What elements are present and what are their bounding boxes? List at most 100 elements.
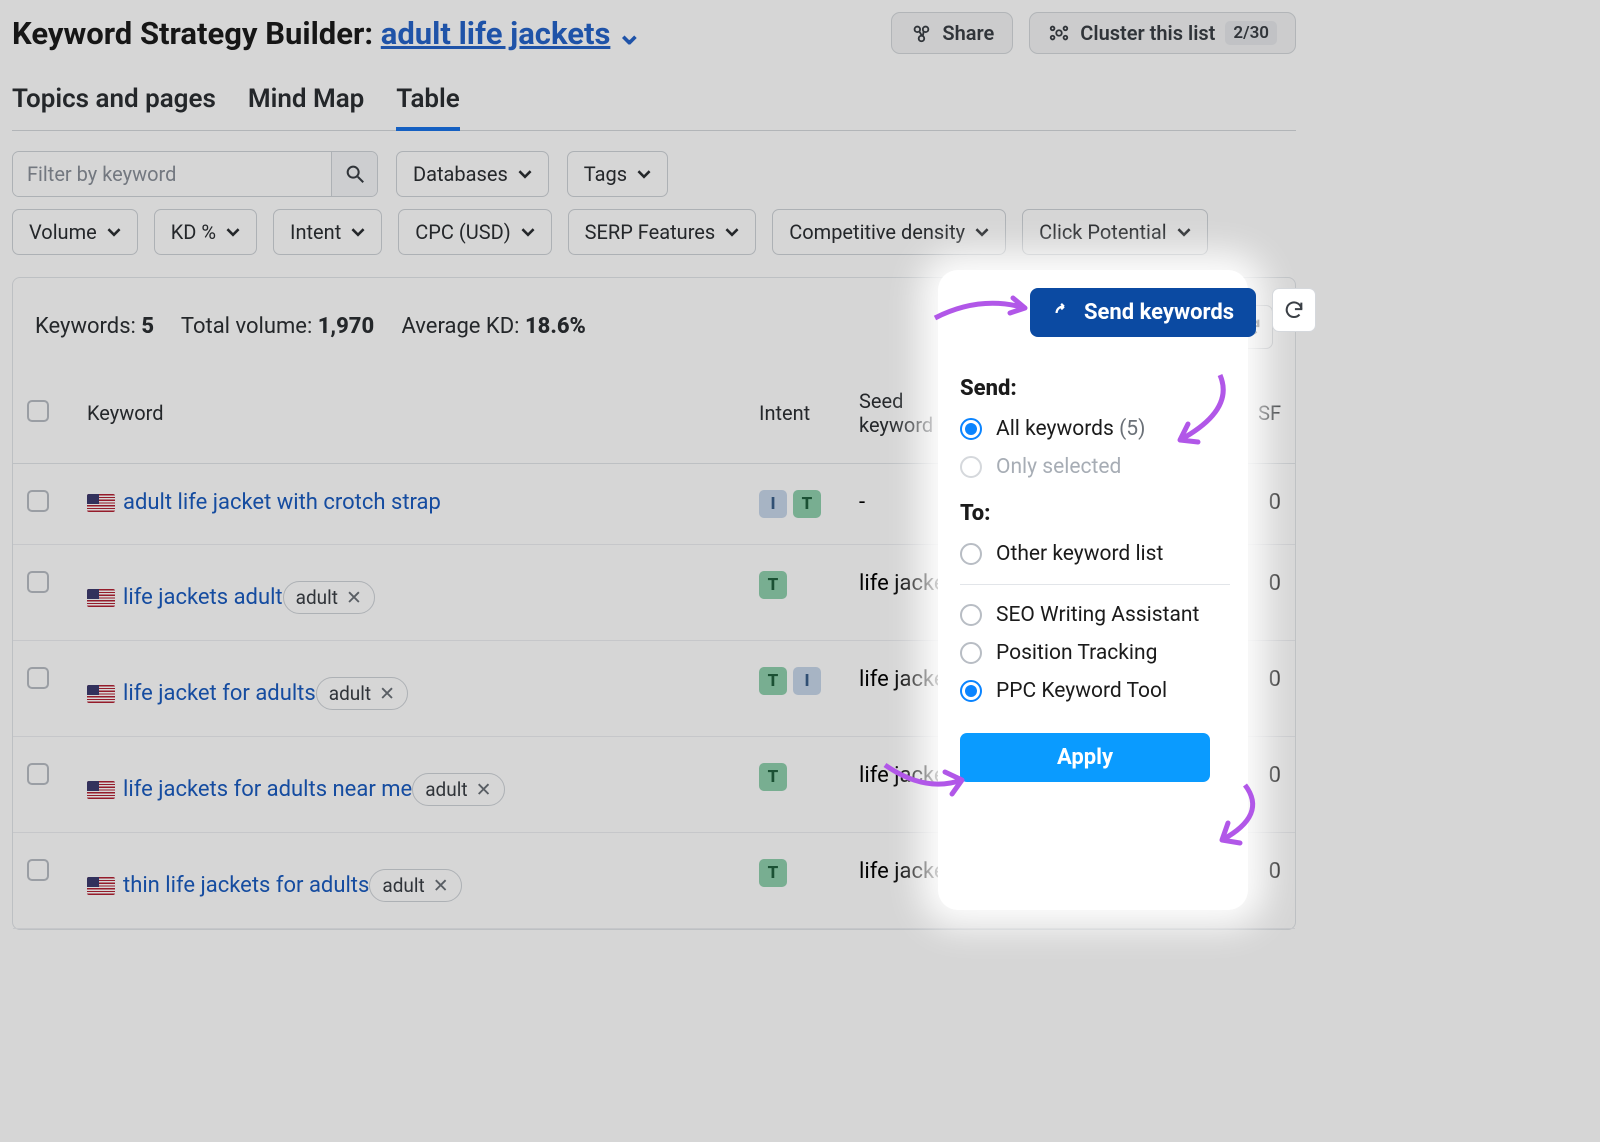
tag-remove-icon[interactable]: ✕	[379, 682, 395, 705]
keyword-filter-input[interactable]	[13, 152, 331, 196]
radio-ppc-label: PPC Keyword Tool	[996, 679, 1167, 703]
apply-button[interactable]: Apply	[960, 733, 1210, 782]
flag-us-icon	[87, 685, 115, 703]
density-label: Competitive density	[789, 220, 965, 244]
row-checkbox[interactable]	[27, 763, 49, 785]
chevron-down-icon	[521, 225, 535, 239]
chevron-down-icon	[107, 225, 121, 239]
radio-icon	[960, 418, 982, 440]
keyword-tag[interactable]: adult ✕	[283, 581, 375, 614]
chevron-down-icon	[1177, 225, 1191, 239]
row-checkbox[interactable]	[27, 859, 49, 881]
cluster-label: Cluster this list	[1080, 21, 1215, 45]
flag-us-icon	[87, 781, 115, 799]
cluster-count: 2/30	[1225, 21, 1277, 45]
cpc-label: CPC (USD)	[415, 220, 510, 244]
radio-position-label: Position Tracking	[996, 641, 1157, 665]
cluster-icon	[1048, 22, 1070, 44]
intent-filter[interactable]: Intent	[273, 209, 382, 255]
databases-label: Databases	[413, 162, 508, 186]
chevron-down-icon	[725, 225, 739, 239]
tab-mindmap[interactable]: Mind Map	[248, 72, 364, 130]
refresh-icon	[1283, 299, 1305, 321]
send-keywords-panel: Send: All keywords (5) Only selected To:…	[960, 360, 1230, 782]
keyword-tag[interactable]: adult ✕	[316, 677, 408, 710]
radio-ppc-tool[interactable]: PPC Keyword Tool	[960, 679, 1230, 703]
send-label: Send keywords	[1084, 300, 1234, 325]
row-checkbox[interactable]	[27, 667, 49, 689]
radio-icon	[960, 604, 982, 626]
serp-filter[interactable]: SERP Features	[568, 209, 757, 255]
tags-dropdown[interactable]: Tags	[567, 151, 668, 197]
summary-text: Keywords: 5 Total volume: 1,970 Average …	[35, 314, 586, 339]
volume-filter[interactable]: Volume	[12, 209, 138, 255]
intent-badge-i: I	[759, 490, 787, 518]
intent-badge-t: T	[759, 571, 787, 599]
flag-us-icon	[87, 494, 115, 512]
keyword-link[interactable]: life jackets for adults near me	[123, 777, 412, 802]
intent-badge-t: T	[759, 763, 787, 791]
flag-us-icon	[87, 589, 115, 607]
keyword-tag[interactable]: adult ✕	[369, 869, 461, 902]
serp-label: SERP Features	[585, 220, 716, 244]
chevron-down-icon	[226, 225, 240, 239]
to-heading: To:	[960, 501, 1230, 526]
send-arrow-icon	[1052, 302, 1074, 324]
tags-label: Tags	[584, 162, 627, 186]
radio-other-list[interactable]: Other keyword list	[960, 542, 1230, 566]
radio-all-count: (5)	[1119, 417, 1145, 441]
chevron-down-icon	[975, 225, 989, 239]
share-icon	[910, 22, 932, 44]
intent-badge-i: I	[793, 667, 821, 695]
radio-other-label: Other keyword list	[996, 542, 1163, 566]
intent-badge-t: T	[793, 490, 821, 518]
title-prefix: Keyword Strategy Builder:	[12, 15, 381, 52]
radio-icon	[960, 680, 982, 702]
share-label: Share	[942, 21, 994, 45]
tag-remove-icon[interactable]: ✕	[433, 874, 449, 897]
cpc-filter[interactable]: CPC (USD)	[398, 209, 551, 255]
col-intent[interactable]: Intent	[745, 375, 845, 464]
kd-label: KD %	[171, 220, 216, 244]
row-checkbox[interactable]	[27, 571, 49, 593]
chevron-down-icon[interactable]: ⌄	[616, 15, 642, 52]
page-title: Keyword Strategy Builder: adult life jac…	[12, 15, 642, 52]
share-button[interactable]: Share	[891, 12, 1013, 54]
row-checkbox[interactable]	[27, 490, 49, 512]
intent-badge-t: T	[759, 859, 787, 887]
chevron-down-icon	[637, 167, 651, 181]
chevron-down-icon	[518, 167, 532, 181]
radio-only-label: Only selected	[996, 455, 1121, 479]
send-keywords-button[interactable]: Send keywords	[1030, 288, 1256, 337]
kd-filter[interactable]: KD %	[154, 209, 257, 255]
keyword-link[interactable]: life jacket for adults	[123, 681, 316, 706]
tab-table[interactable]: Table	[396, 72, 460, 130]
click-potential-label: Click Potential	[1039, 220, 1167, 244]
databases-dropdown[interactable]: Databases	[396, 151, 549, 197]
radio-seo-writing[interactable]: SEO Writing Assistant	[960, 603, 1230, 627]
keyword-link[interactable]: life jackets adult	[123, 585, 283, 610]
intent-badge-t: T	[759, 667, 787, 695]
click-potential-filter[interactable]: Click Potential	[1022, 209, 1208, 255]
volume-label: Volume	[29, 220, 97, 244]
chevron-down-icon	[351, 225, 365, 239]
radio-icon	[960, 456, 982, 478]
cluster-button[interactable]: Cluster this list 2/30	[1029, 12, 1296, 54]
flag-us-icon	[87, 877, 115, 895]
tag-remove-icon[interactable]: ✕	[346, 586, 362, 609]
density-filter[interactable]: Competitive density	[772, 209, 1006, 255]
intent-label: Intent	[290, 220, 341, 244]
keyword-tag[interactable]: adult ✕	[412, 773, 504, 806]
radio-only-selected: Only selected	[960, 455, 1230, 479]
title-keyword-link[interactable]: adult life jackets	[381, 15, 611, 52]
search-button[interactable]	[331, 152, 377, 196]
radio-position-tracking[interactable]: Position Tracking	[960, 641, 1230, 665]
select-all-checkbox[interactable]	[27, 400, 49, 422]
keyword-link[interactable]: thin life jackets for adults	[123, 873, 369, 898]
radio-all-keywords[interactable]: All keywords (5)	[960, 417, 1230, 441]
col-keyword[interactable]: Keyword	[73, 375, 745, 464]
refresh-button[interactable]	[1272, 288, 1316, 332]
tab-topics[interactable]: Topics and pages	[12, 72, 216, 130]
keyword-link[interactable]: adult life jacket with crotch strap	[123, 490, 441, 515]
tag-remove-icon[interactable]: ✕	[476, 778, 492, 801]
